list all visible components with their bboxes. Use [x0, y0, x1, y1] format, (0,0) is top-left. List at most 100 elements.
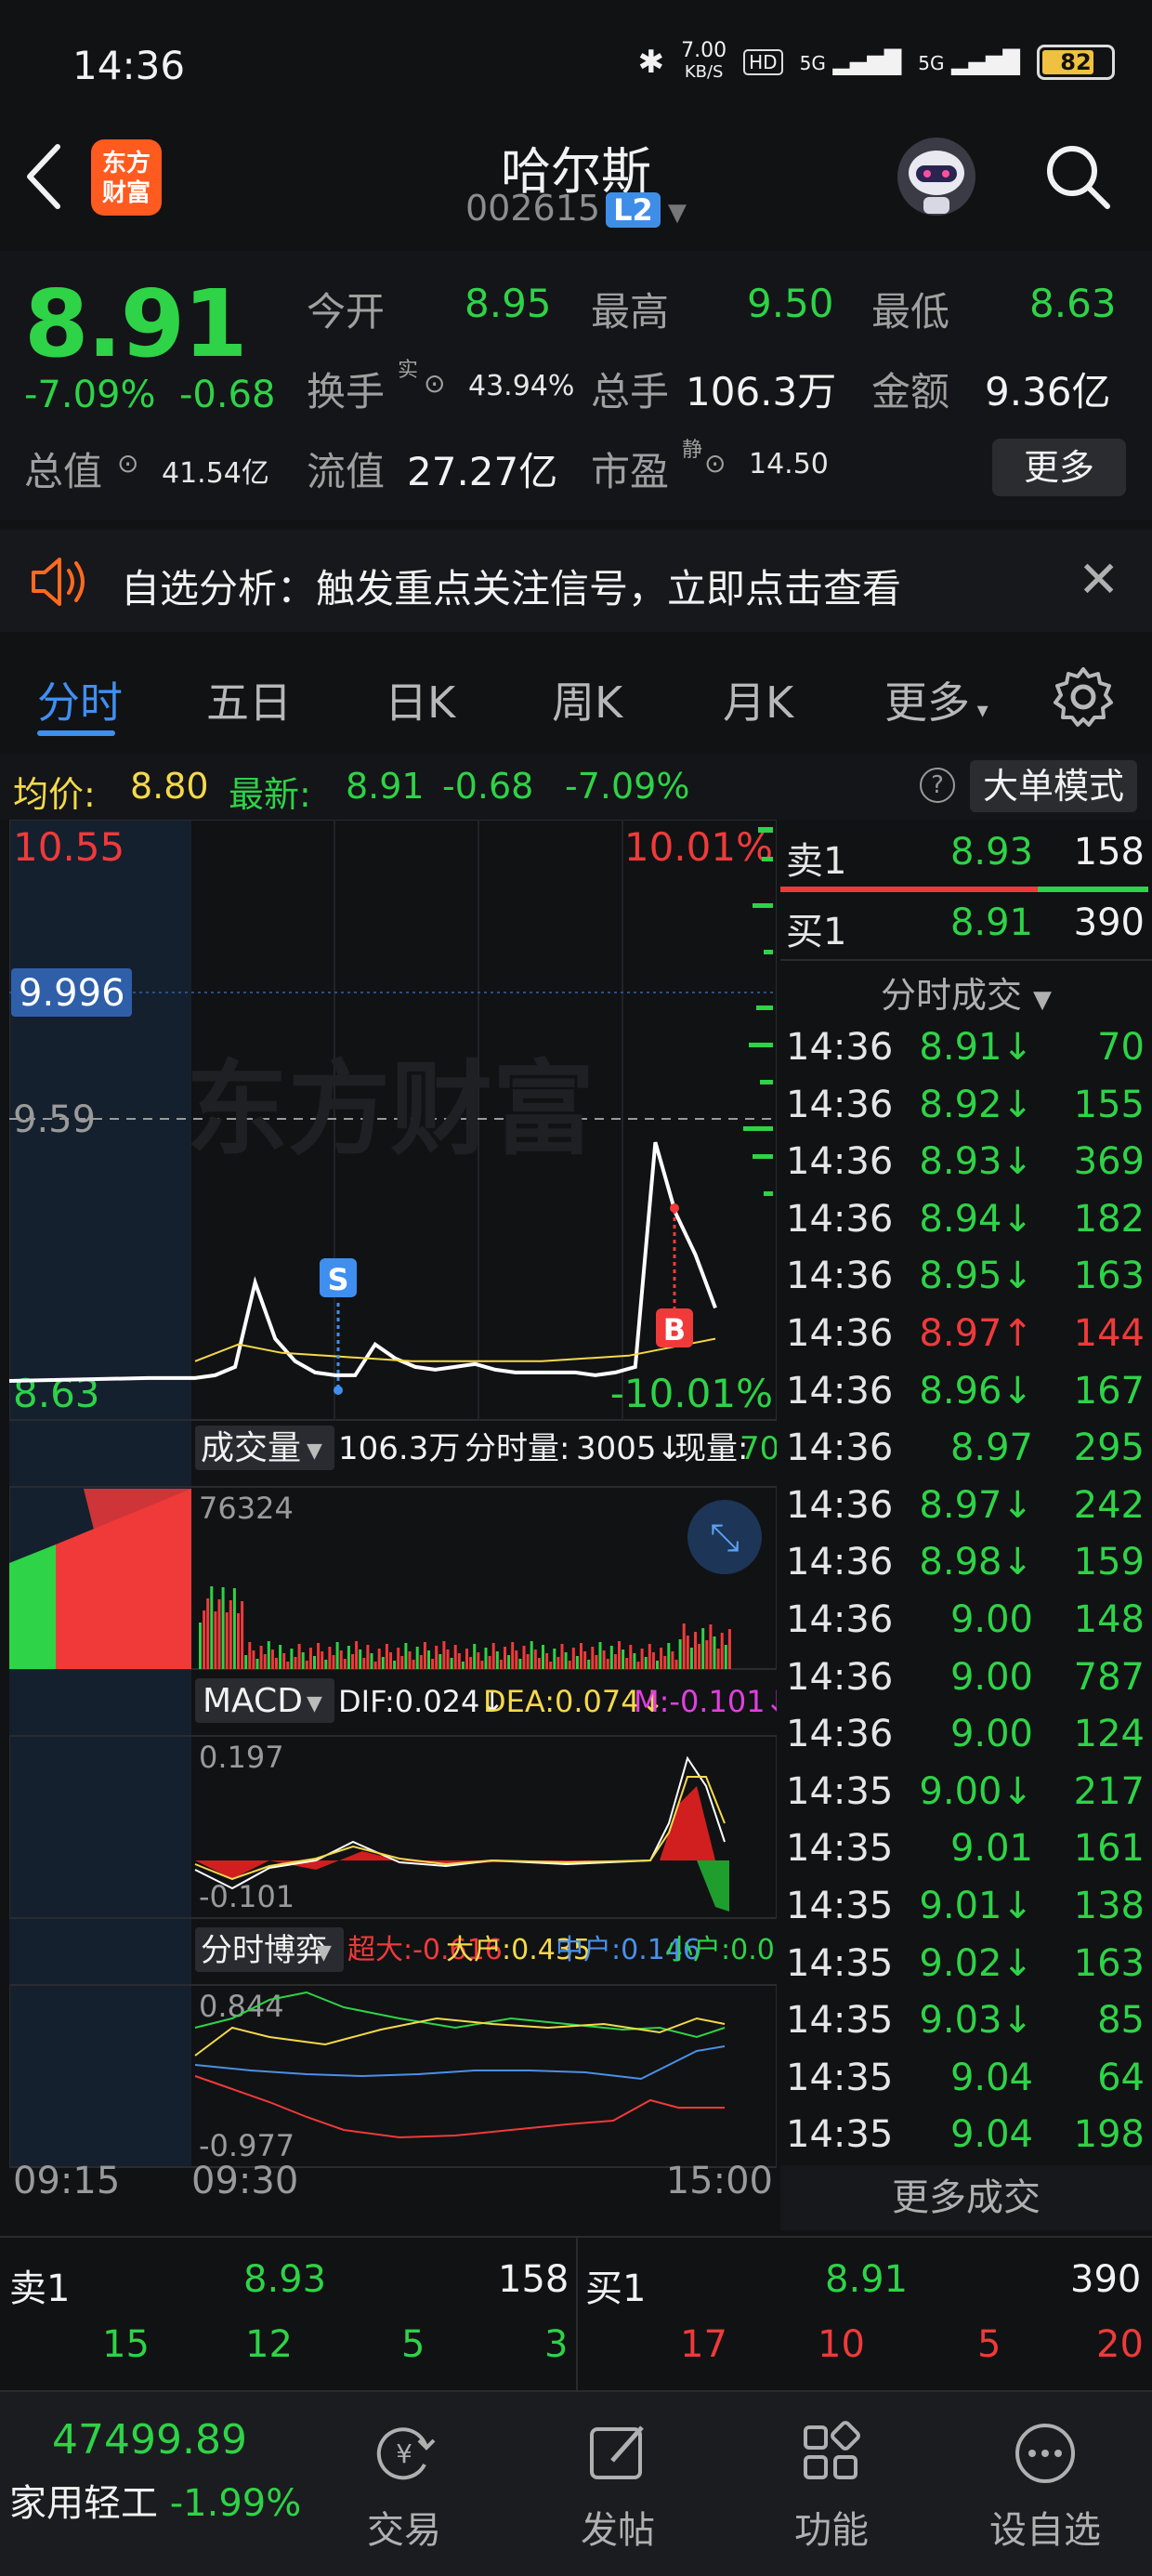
tick-volume: 167 — [1073, 1369, 1145, 1413]
tab-weekly-k[interactable]: 周K — [552, 669, 622, 730]
tick-row: 14:36 8.97↑ 144 — [780, 1312, 1152, 1370]
info-icon[interactable]: ⊙ — [424, 368, 445, 399]
game-small: 小户:0.035 — [665, 1934, 777, 1966]
volume-bar — [270, 1649, 274, 1669]
volume-bar — [328, 1647, 332, 1669]
signal-icon-2: 5G ▂▄▆█ — [918, 48, 1020, 75]
tick-time: 14:36 — [786, 1369, 894, 1413]
bottom-nav: 47499.89 家用轻工 -1.99% ¥ 交易 发帖 功能 设自选 — [0, 2390, 1152, 2576]
eastmoney-logo[interactable]: 东方 财富 — [91, 139, 162, 216]
ask1-vol: 158 — [1073, 831, 1145, 874]
turnover-value: 43.94% — [468, 370, 575, 402]
nav-watchlist[interactable]: 设自选 — [975, 2420, 1115, 2554]
average-bar: 均价: 8.80 最新: 8.91 -0.68 -7.09% ? 大单模式 — [0, 755, 1152, 820]
volume-bar — [442, 1641, 446, 1669]
info-icon[interactable]: ⊙ — [117, 448, 138, 479]
tick-price: 9.03↓ — [919, 1999, 1033, 2043]
ticks-title[interactable]: 分时成交 ▼ — [780, 966, 1152, 1018]
tab-daily-k[interactable]: 日K — [385, 669, 455, 730]
tick-price: 8.98↓ — [919, 1541, 1033, 1584]
volume-value: 106.3万 — [686, 369, 837, 414]
battery-icon: 82 — [1037, 44, 1115, 80]
volume-bar — [199, 1623, 202, 1669]
tick-row: 14:35 9.02↓ 163 — [780, 1942, 1152, 2000]
net-speed: 7.00 KB/S — [681, 41, 727, 83]
tick-volume: 85 — [1097, 1999, 1145, 2043]
depth-bars — [743, 827, 773, 1196]
volume-bar — [359, 1649, 362, 1669]
more-ticks-button[interactable]: 更多成交 — [780, 2165, 1152, 2230]
volume-bar — [321, 1651, 324, 1669]
edit-icon — [590, 2425, 644, 2479]
ob-sell-label: 卖1 — [9, 2267, 71, 2310]
avg-label: 均价: — [13, 774, 96, 815]
turnover-label: 换手 — [307, 369, 386, 414]
macd-high: 0.197 — [199, 1740, 284, 1775]
volume-bar — [633, 1653, 636, 1669]
volume-bar — [488, 1656, 491, 1669]
macd-dif: DIF:0.024↓ — [338, 1684, 504, 1719]
volume-bar — [427, 1650, 430, 1669]
volume-bar — [667, 1643, 671, 1669]
pe-label: 市盈 — [591, 449, 670, 494]
tick-price: 8.97↓ — [919, 1483, 1033, 1527]
tab-intraday[interactable]: 分时 — [37, 669, 123, 730]
tab-monthly-k[interactable]: 月K — [723, 669, 793, 730]
robot-assistant-icon[interactable] — [892, 130, 981, 223]
macd-label: MACD — [203, 1682, 303, 1720]
ticks-title-label: 分时成交 — [880, 975, 1022, 1016]
price-change: -7.09% -0.68 — [24, 374, 275, 416]
tick-price: 9.00 — [949, 1713, 1033, 1756]
nav-trade[interactable]: ¥ 交易 — [334, 2420, 474, 2554]
volume-bar — [221, 1587, 225, 1669]
volume-bar — [313, 1656, 316, 1669]
ob-buy-q2: 10 — [818, 2323, 865, 2366]
info-icon[interactable]: ⊙ — [704, 448, 726, 479]
help-icon[interactable]: ? — [920, 768, 955, 803]
grid-icon — [804, 2421, 860, 2479]
tick-time: 14:35 — [786, 1999, 894, 2043]
index-ticker[interactable]: 47499.89 家用轻工 -1.99% — [9, 2416, 301, 2527]
big-order-mode-button[interactable]: 大单模式 — [970, 760, 1138, 812]
volume-bar — [602, 1650, 606, 1669]
latest-label: 最新: — [229, 774, 311, 815]
tick-row: 14:36 9.00 148 — [780, 1598, 1152, 1656]
pe-sup: 静 — [682, 439, 703, 462]
more-button[interactable]: 更多 — [992, 439, 1126, 496]
nav-function[interactable]: 功能 — [762, 2420, 901, 2554]
nav-post[interactable]: 发帖 — [548, 2420, 687, 2554]
search-button[interactable] — [1041, 139, 1115, 214]
status-icons: ✱ 7.00 KB/S HD 5G ▂▄▆█ 5G ▂▄▆█ 82 — [638, 41, 1115, 83]
volume-bar — [507, 1655, 511, 1669]
gear-icon[interactable] — [1052, 665, 1115, 729]
intraday-chart[interactable]: 东方财富 10.55 10.01% 9.996 9.59 8.63 -10.01… — [8, 819, 810, 2202]
tick-price: 8.92↓ — [919, 1083, 1033, 1126]
volume-bar — [629, 1645, 633, 1669]
caret-down-icon: ▼ — [307, 1439, 322, 1463]
volume-bar — [686, 1636, 689, 1669]
volume-bar — [522, 1646, 526, 1669]
volume-bar — [263, 1654, 267, 1669]
volume-bar — [457, 1653, 461, 1669]
volume-label: 成交量 — [201, 1429, 301, 1467]
bluetooth-icon: ✱ — [637, 43, 665, 81]
change-abs: -0.68 — [178, 374, 276, 416]
volume-bar — [709, 1624, 713, 1669]
close-icon[interactable]: ✕ — [1078, 550, 1119, 609]
tick-volume: 148 — [1073, 1598, 1145, 1641]
open-value: 8.95 — [465, 281, 552, 326]
volume-total: 106.3万 — [338, 1430, 460, 1467]
low-value: 8.63 — [1029, 281, 1117, 326]
volume-bar — [651, 1652, 655, 1669]
tab-more[interactable]: 更多 ▾ — [884, 669, 988, 730]
tab-five-day[interactable]: 五日 — [206, 669, 292, 730]
last-price: 8.91 — [24, 269, 248, 378]
volume-bar — [477, 1652, 480, 1669]
analysis-notice[interactable]: 自选分析：触发重点关注信号，立即点击查看 ✕ — [0, 530, 1152, 632]
tick-volume: 182 — [1073, 1197, 1145, 1241]
tick-row: 14:36 9.00 787 — [780, 1656, 1152, 1714]
back-button[interactable] — [20, 139, 85, 223]
stock-code: 002615 — [465, 188, 601, 229]
volume-bar — [373, 1662, 377, 1669]
stock-header: 哈尔斯 002615 L2 ▼ 东方 财富 — [0, 130, 1152, 251]
